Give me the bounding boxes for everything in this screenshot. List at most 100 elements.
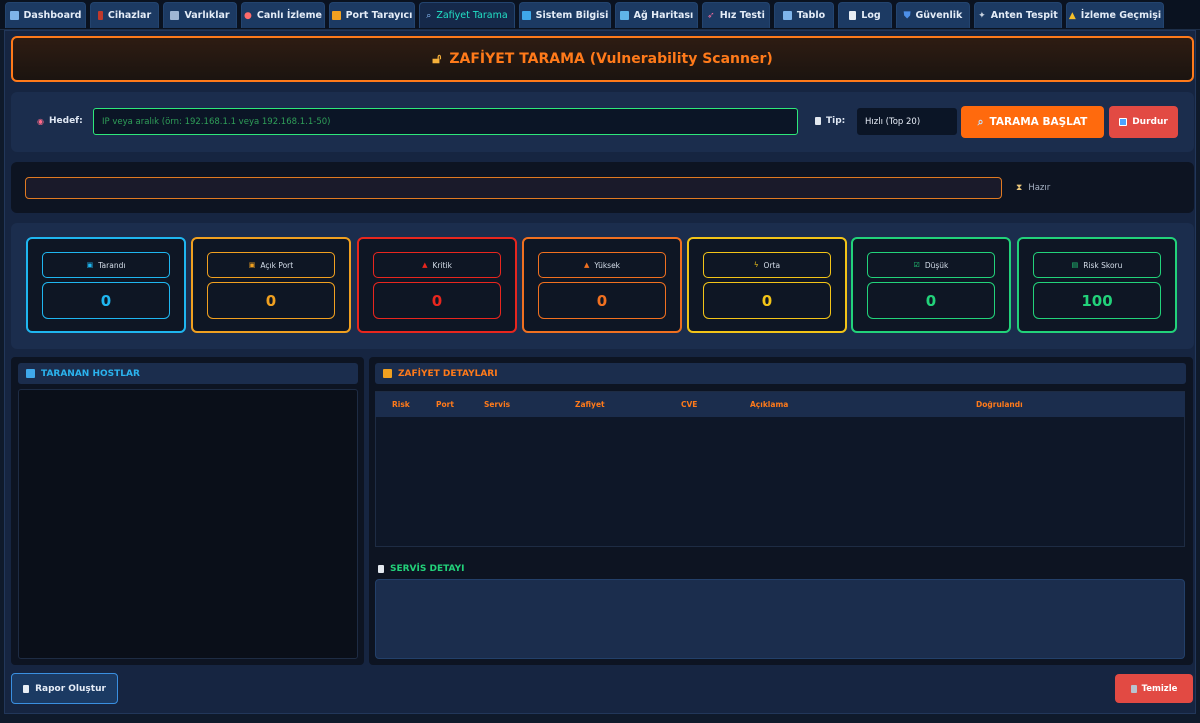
stat-label-text: Açık Port — [260, 260, 294, 270]
column-header-risk[interactable]: Risk — [392, 400, 410, 409]
tab-port-scanner[interactable]: Port Tarayıcı — [329, 2, 415, 28]
phone-icon — [97, 11, 103, 20]
tab-vulnerability-scan[interactable]: ⌕ Zafiyet Tarama — [419, 2, 515, 28]
monitor-icon — [26, 369, 35, 378]
tab-live-monitor[interactable]: ● Canlı İzleme — [241, 2, 325, 28]
clear-label: Temizle — [1141, 683, 1178, 694]
tab-label: Anten Tespit — [990, 10, 1058, 21]
column-header-cve[interactable]: CVE — [681, 400, 697, 409]
tab-system-info[interactable]: Sistem Bilgisi — [519, 2, 611, 28]
stat-card-1: ▣ Açık Port 0 — [191, 237, 351, 333]
generate-report-label: Rapor Oluştur — [35, 683, 106, 694]
stat-label-text: Orta — [763, 260, 781, 270]
start-scan-button[interactable]: ⌕ TARAMA BAŞLAT — [961, 106, 1104, 138]
clipboard-icon — [378, 564, 384, 573]
lock-icon — [383, 369, 392, 378]
shield-icon: ⛊ — [903, 10, 911, 21]
tab-label: Sistem Bilgisi — [535, 10, 609, 21]
service-detail-header: SERVİS DETAYI — [375, 558, 625, 579]
tab-devices[interactable]: Cihazlar — [90, 2, 159, 28]
service-detail-box[interactable] — [375, 579, 1185, 659]
page-title-banner: 🔓︎ ZAFİYET TARAMA (Vulnerability Scanner… — [11, 36, 1194, 82]
column-header-verified[interactable]: Doğrulandı — [976, 400, 1023, 409]
start-scan-label: TARAMA BAŞLAT — [989, 116, 1088, 128]
tab-monitor-history[interactable]: ▲ İzleme Geçmişi — [1066, 2, 1164, 28]
column-header-port[interactable]: Port — [436, 400, 454, 409]
target-label: ◉ Hedef: — [37, 116, 83, 126]
stat-value: 0 — [373, 282, 501, 319]
stop-button[interactable]: Durdur — [1109, 106, 1178, 138]
stat-label-text: Risk Skoru — [1083, 260, 1123, 270]
bell-icon: ▲ — [1068, 10, 1076, 21]
tab-table[interactable]: Tablo — [774, 2, 834, 28]
stat-card-0: ▣ Tarandı 0 — [26, 237, 186, 333]
monitor-icon — [521, 11, 531, 20]
column-header-service[interactable]: Servis — [484, 400, 510, 409]
stat-label-text: Tarandı — [98, 260, 126, 270]
stat-card-4: ϟ Orta 0 — [687, 237, 847, 333]
target-input[interactable] — [93, 108, 798, 135]
tab-label: Zafiyet Tarama — [436, 10, 508, 21]
stat-label: ▣ Tarandı — [42, 252, 170, 278]
tab-label: Log — [861, 10, 881, 21]
column-header-vulnerability[interactable]: Zafiyet — [575, 400, 605, 409]
tab-label: Canlı İzleme — [256, 10, 322, 21]
chart-icon — [782, 11, 792, 20]
stat-label: ▤ Risk Skoru — [1033, 252, 1161, 278]
chart-icon — [9, 11, 19, 20]
monitor-icon: ▣ — [86, 261, 94, 269]
document-icon — [849, 11, 857, 20]
scan-progress-bar — [25, 177, 1002, 199]
stop-icon — [1119, 118, 1128, 126]
stat-card-5: ☑ Düşük 0 — [851, 237, 1011, 333]
tab-security[interactable]: ⛊ Güvenlik — [896, 2, 970, 28]
type-label-text: Tip: — [826, 116, 846, 126]
page-title: ZAFİYET TARAMA (Vulnerability Scanner) — [449, 51, 773, 67]
hourglass-icon: ⧗ — [1016, 183, 1023, 193]
scan-status-text: Hazır — [1028, 183, 1051, 193]
scan-type-value: Hızlı (Top 20) — [865, 116, 921, 127]
service-detail-title: SERVİS DETAYI — [390, 563, 465, 574]
stop-label: Durdur — [1132, 117, 1168, 127]
tab-label: Varlıklar — [184, 10, 230, 21]
stat-value: 0 — [703, 282, 831, 319]
map-icon — [619, 11, 629, 20]
tab-dashboard[interactable]: Dashboard — [5, 2, 86, 28]
vulnerability-details-title: ZAFİYET DETAYLARI — [398, 368, 498, 379]
tab-label: Hız Testi — [719, 10, 765, 21]
scanned-hosts-title: TARANAN HOSTLAR — [41, 368, 140, 379]
tab-speed-test[interactable]: ➶ Hız Testi — [702, 2, 770, 28]
stat-value: 0 — [867, 282, 995, 319]
warning-icon: ▲ — [583, 261, 590, 269]
stat-label: ▣ Açık Port — [207, 252, 335, 278]
stat-card-2: ▲ Kritik 0 — [357, 237, 517, 333]
tab-label: İzleme Geçmişi — [1080, 10, 1162, 21]
tab-log[interactable]: Log — [838, 2, 892, 28]
stat-card-6: ▤ Risk Skoru 100 — [1017, 237, 1177, 333]
column-header-description[interactable]: Açıklama — [750, 400, 788, 409]
stat-value: 100 — [1033, 282, 1161, 319]
stat-label-text: Kritik — [432, 260, 452, 270]
tab-label: Port Tarayıcı — [345, 10, 413, 21]
generate-report-button[interactable]: Rapor Oluştur — [11, 673, 118, 704]
stat-label: ▲ Yüksek — [538, 252, 666, 278]
stat-label: ▲ Kritik — [373, 252, 501, 278]
tab-label: Tablo — [796, 10, 826, 21]
rocket-icon: ➶ — [707, 10, 715, 21]
type-label: Tip: — [815, 116, 845, 126]
vulnerability-details-header: ZAFİYET DETAYLARI — [375, 363, 1186, 384]
tab-network-map[interactable]: Ağ Haritası — [615, 2, 698, 28]
clear-button[interactable]: Temizle — [1115, 674, 1193, 703]
scanned-hosts-list[interactable] — [18, 389, 358, 659]
satellite-icon: ✦ — [978, 10, 986, 21]
target-label-text: Hedef: — [48, 116, 83, 126]
lock-icon — [331, 11, 341, 20]
document-icon — [23, 684, 30, 693]
trash-icon — [1130, 684, 1137, 693]
scan-type-select[interactable]: Hızlı (Top 20) — [857, 108, 957, 135]
tab-antenna-detect[interactable]: ✦ Anten Tespit — [974, 2, 1062, 28]
tab-assets[interactable]: Varlıklar — [163, 2, 237, 28]
stat-value: 0 — [207, 282, 335, 319]
chart-icon: ▤ — [1071, 261, 1079, 269]
lock-icon: 🔓︎ — [432, 51, 442, 67]
